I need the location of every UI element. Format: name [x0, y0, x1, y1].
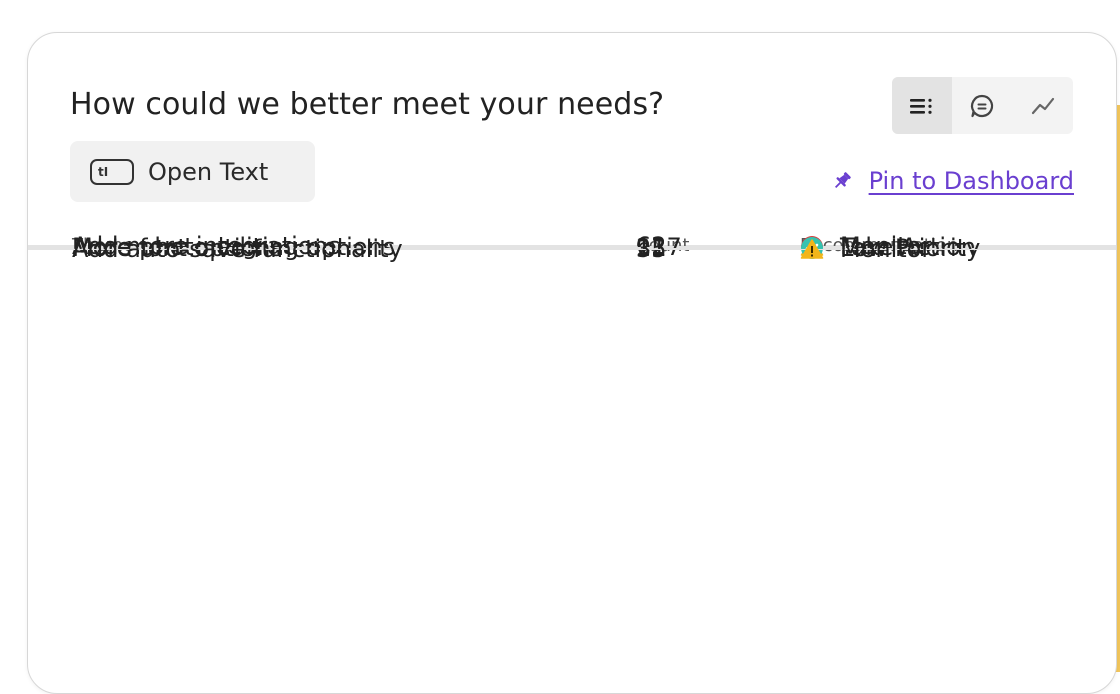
pin-icon [834, 172, 851, 189]
themes-table: Theme Count Recommendation Add more inte… [28, 232, 1116, 263]
question-title: How could we better meet your needs? [70, 87, 665, 122]
text-input-icon: tI [90, 158, 134, 185]
question-type-chip: tI Open Text [70, 141, 315, 202]
question-card: How could we better meet your needs? tI … [27, 32, 1117, 694]
count-cell: 35 [636, 235, 667, 263]
list-view-button[interactable] [892, 77, 953, 134]
list-icon [910, 98, 932, 114]
comments-view-button[interactable] [952, 77, 1012, 134]
recommendation-label: Monitor [840, 235, 932, 263]
comment-icon [971, 94, 994, 117]
trend-line-icon [1031, 97, 1054, 114]
trend-view-button[interactable] [1013, 77, 1073, 134]
pin-to-dashboard-label: Pin to Dashboard [868, 167, 1074, 195]
pin-to-dashboard-link[interactable]: Pin to Dashboard [831, 167, 1074, 195]
view-toggle [892, 77, 1073, 134]
table-row[interactable]: Add auto-save functionality 35 Monitor [28, 235, 1116, 263]
warning-icon [800, 239, 824, 259]
question-type-label: Open Text [148, 157, 269, 186]
